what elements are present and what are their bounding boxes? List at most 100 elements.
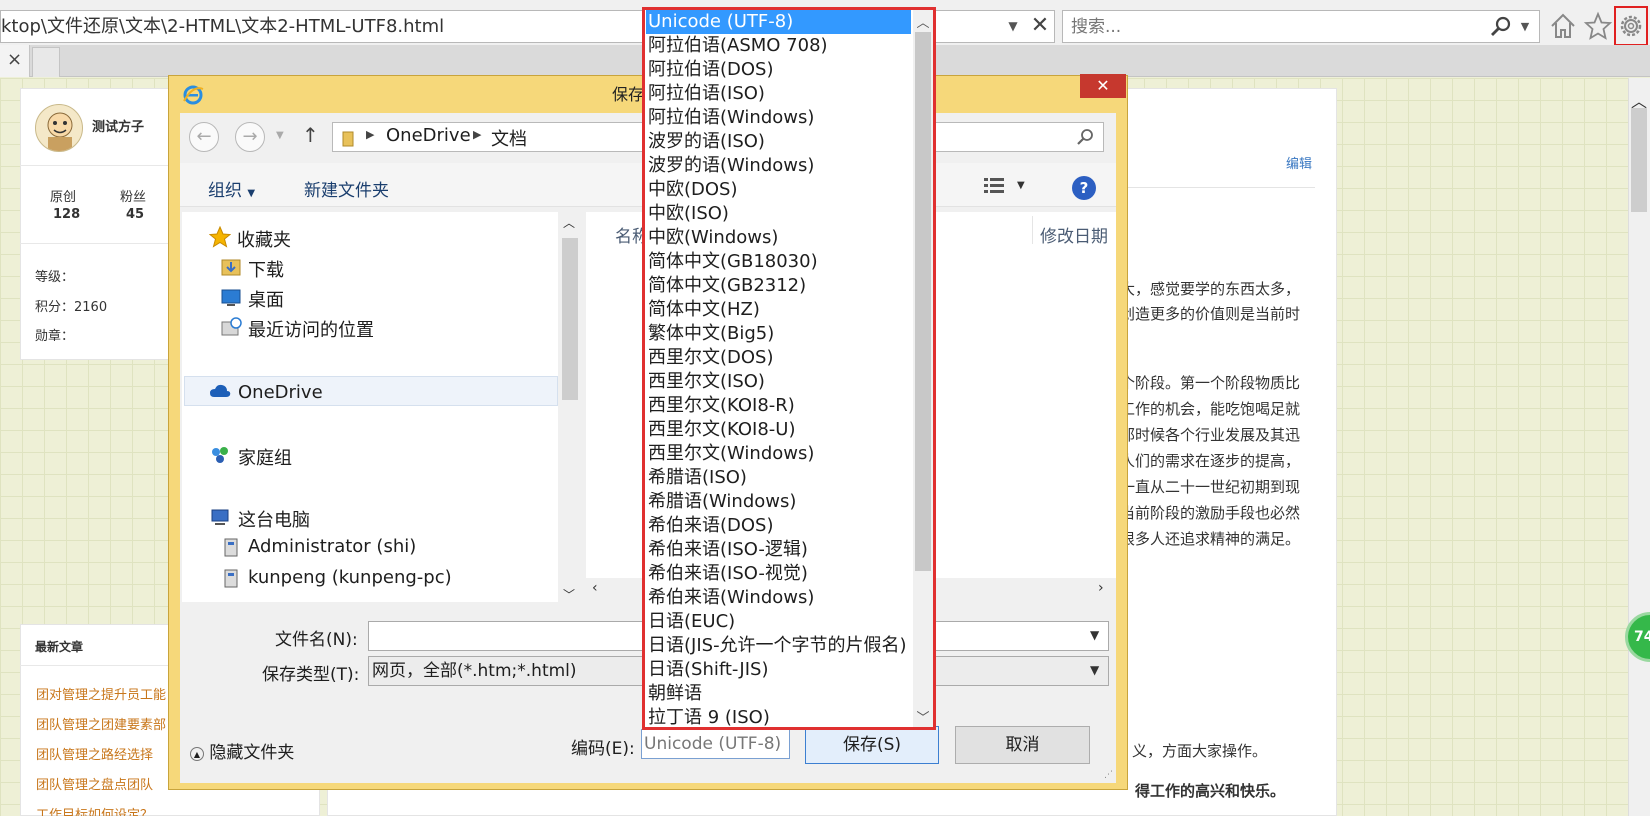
- path-segment-onedrive[interactable]: OneDrive: [386, 125, 471, 146]
- encoding-option[interactable]: 西里尔文(KOI8-U): [646, 418, 911, 442]
- favorites-star-icon[interactable]: [1583, 10, 1613, 42]
- search-icon[interactable]: [1075, 126, 1097, 148]
- encoding-option[interactable]: 波罗的语(Windows): [646, 154, 911, 178]
- article-line: 一直从二十一世纪初期到现: [1120, 478, 1301, 496]
- address-dropdown-icon[interactable]: ▼: [1003, 16, 1023, 36]
- recent-article-link[interactable]: 团队管理之盘点团队: [36, 774, 153, 793]
- home-icon[interactable]: [1548, 10, 1578, 42]
- encoding-option[interactable]: 阿拉伯语(ASMO 708): [646, 34, 911, 58]
- encoding-option[interactable]: 西里尔文(Windows): [646, 442, 911, 466]
- article-line: 大，感觉要学的东西太多，: [1120, 280, 1301, 298]
- column-header-date-modified[interactable]: 修改日期: [1040, 222, 1108, 247]
- encoding-option[interactable]: 朝鲜语: [646, 682, 911, 706]
- chevron-down-icon[interactable]: ▼: [1090, 663, 1099, 677]
- back-button[interactable]: ←: [189, 122, 219, 152]
- nav-item-user[interactable]: kunpeng (kunpeng-pc): [248, 567, 452, 588]
- search-box[interactable]: ▼: [1062, 10, 1540, 43]
- encoding-option[interactable]: 阿拉伯语(ISO): [646, 82, 911, 106]
- up-arrow-icon[interactable]: ↑: [302, 123, 319, 147]
- encoding-dropdown-list[interactable]: Unicode (UTF-8) 阿拉伯语(ASMO 708) 阿拉伯语(DOS) 阿拉…: [642, 7, 936, 730]
- file-name-label: 文件名(N):: [275, 630, 358, 650]
- close-icon[interactable]: ✕: [1028, 12, 1052, 40]
- scroll-left-arrow[interactable]: ‹: [592, 580, 598, 596]
- encoding-option[interactable]: 西里尔文(KOI8-R): [646, 394, 911, 418]
- nav-item-recent-places[interactable]: 最近访问的位置: [248, 316, 374, 342]
- organize-menu-button[interactable]: 组织 ▼: [208, 176, 255, 201]
- nav-item-favorites[interactable]: 收藏夹: [237, 226, 291, 252]
- scroll-right-arrow[interactable]: ›: [1098, 580, 1104, 596]
- dialog-close-button[interactable]: ✕: [1080, 74, 1126, 98]
- encoding-option[interactable]: 希伯来语(DOS): [646, 514, 911, 538]
- encoding-option[interactable]: 简体中文(HZ): [646, 298, 911, 322]
- path-separator-icon: ▶: [473, 128, 482, 141]
- help-button[interactable]: ?: [1072, 176, 1096, 200]
- user-drive-icon: [224, 569, 238, 588]
- encoding-option[interactable]: 希腊语(Windows): [646, 490, 911, 514]
- encoding-option[interactable]: 中欧(DOS): [646, 178, 911, 202]
- tab-close-button[interactable]: ×: [0, 45, 30, 77]
- new-tab-button[interactable]: [32, 47, 60, 77]
- encoding-option[interactable]: 阿拉伯语(Windows): [646, 106, 911, 130]
- cancel-button[interactable]: 取消: [955, 726, 1090, 764]
- encoding-option[interactable]: 阿拉伯语(DOS): [646, 58, 911, 82]
- scroll-up-arrow[interactable]: ︿: [563, 214, 575, 231]
- encoding-option[interactable]: 繁体中文(Big5): [646, 322, 911, 346]
- scroll-up-arrow[interactable]: ︿: [913, 12, 933, 31]
- encoding-option[interactable]: 希伯来语(Windows): [646, 586, 911, 610]
- path-segment-documents[interactable]: 文档: [491, 125, 527, 151]
- nav-item-onedrive[interactable]: OneDrive: [238, 382, 323, 403]
- avatar[interactable]: [35, 104, 83, 152]
- encoding-option[interactable]: 中欧(Windows): [646, 226, 911, 250]
- recent-article-link[interactable]: 团队管理之路经选择: [36, 744, 153, 763]
- encoding-option[interactable]: 波罗的语(ISO): [646, 130, 911, 154]
- encoding-option[interactable]: 西里尔文(ISO): [646, 370, 911, 394]
- edit-link[interactable]: 编辑: [1286, 153, 1312, 172]
- scroll-down-arrow[interactable]: ﹀: [563, 586, 575, 603]
- resize-grip-icon[interactable]: ⋰: [1104, 770, 1116, 782]
- scroll-down-arrow[interactable]: ﹀: [913, 707, 933, 726]
- forward-button[interactable]: →: [235, 122, 265, 152]
- encoding-option[interactable]: Unicode (UTF-8): [646, 10, 911, 34]
- encoding-option[interactable]: 简体中文(GB18030): [646, 250, 911, 274]
- encoding-option[interactable]: 拉丁语 9 (ISO): [646, 706, 911, 727]
- search-dropdown-icon[interactable]: ▼: [1515, 17, 1535, 37]
- encoding-option[interactable]: 希伯来语(ISO-视觉): [646, 562, 911, 586]
- search-input[interactable]: [1071, 11, 1451, 42]
- recent-article-link[interactable]: 团对管理之提升员工能: [36, 684, 166, 703]
- hide-folders-toggle[interactable]: ▲ 隐藏文件夹: [190, 738, 294, 763]
- encoding-select[interactable]: Unicode (UTF-8): [641, 729, 790, 759]
- encoding-options: Unicode (UTF-8) 阿拉伯语(ASMO 708) 阿拉伯语(DOS) 阿拉…: [646, 10, 911, 727]
- nav-item-desktop[interactable]: 桌面: [248, 286, 284, 312]
- downloads-folder-icon: [221, 259, 241, 276]
- username[interactable]: 测试方子: [92, 116, 144, 135]
- save-button[interactable]: 保存(S): [805, 726, 939, 764]
- save-as-type-label: 保存类型(T):: [262, 665, 360, 685]
- nav-item-this-pc[interactable]: 这台电脑: [238, 506, 310, 532]
- encoding-list-scrollbar-thumb[interactable]: [915, 32, 931, 571]
- encoding-option[interactable]: 希伯来语(ISO-逻辑): [646, 538, 911, 562]
- recent-locations-dropdown-icon[interactable]: ▼: [276, 130, 284, 141]
- scroll-up-arrow[interactable]: ︿: [1630, 88, 1648, 111]
- encoding-option[interactable]: 中欧(ISO): [646, 202, 911, 226]
- nav-pane-scrollbar-thumb[interactable]: [562, 238, 578, 400]
- column-separator[interactable]: [1032, 216, 1033, 244]
- chevron-down-icon[interactable]: ▼: [1090, 628, 1099, 642]
- encoding-option[interactable]: 日语(Shift-JIS): [646, 658, 911, 682]
- dialog-title: 保存: [612, 85, 645, 104]
- nav-item-downloads[interactable]: 下载: [248, 256, 284, 282]
- page-scrollbar-thumb[interactable]: [1631, 108, 1647, 212]
- encoding-option[interactable]: 日语(JIS-允许一个字节的片假名): [646, 634, 911, 658]
- encoding-option[interactable]: 简体中文(GB2312): [646, 274, 911, 298]
- nav-item-homegroup[interactable]: 家庭组: [238, 444, 292, 470]
- nav-item-user[interactable]: Administrator (shi): [248, 536, 416, 557]
- chevron-down-icon[interactable]: ▼: [1017, 180, 1025, 191]
- encoding-option[interactable]: 西里尔文(DOS): [646, 346, 911, 370]
- encoding-option[interactable]: 日语(EUC): [646, 610, 911, 634]
- search-icon[interactable]: [1488, 14, 1514, 40]
- settings-gear-icon[interactable]: [1614, 6, 1648, 46]
- new-folder-button[interactable]: 新建文件夹: [304, 176, 389, 201]
- encoding-option[interactable]: 希腊语(ISO): [646, 466, 911, 490]
- recent-article-link[interactable]: 工作目标如何设定？: [36, 804, 153, 816]
- view-options-icon[interactable]: [982, 176, 1006, 198]
- recent-article-link[interactable]: 团队管理之团建要素部: [36, 714, 166, 733]
